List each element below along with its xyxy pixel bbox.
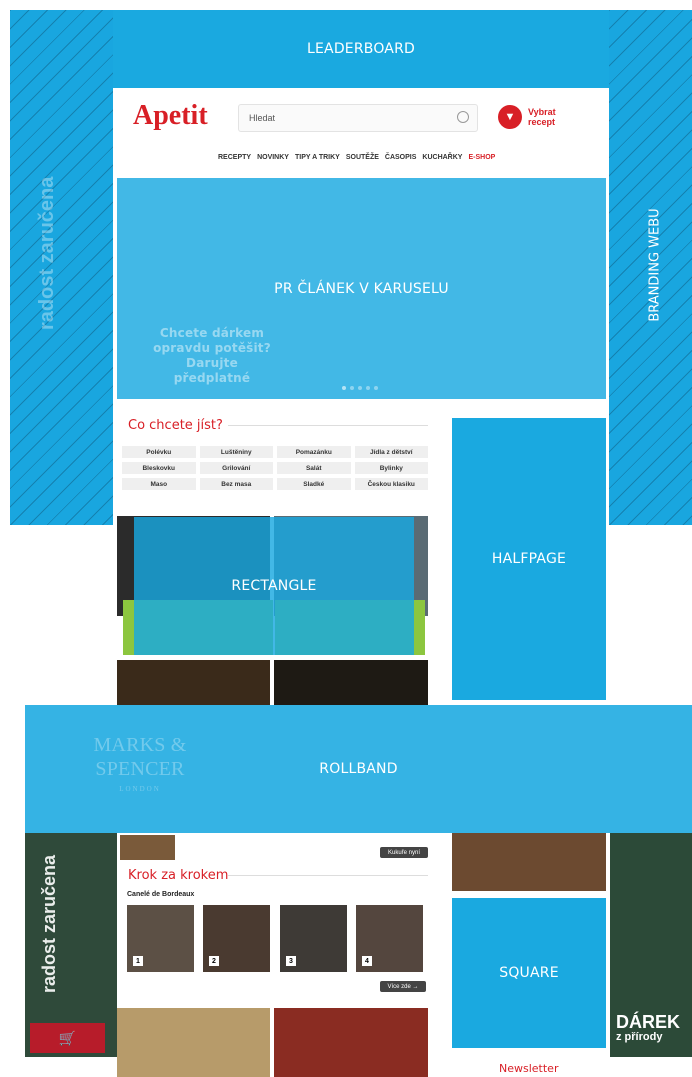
rollband-brand: MARKS & SPENCER LONDON <box>70 733 210 793</box>
what-to-eat-divider <box>228 425 428 426</box>
site-logo[interactable]: Apetit <box>133 100 208 132</box>
category-button[interactable]: Sladké <box>277 478 351 490</box>
branding-right-lower-text: DÁREK z přírody <box>616 1013 680 1043</box>
step-number: 2 <box>209 956 219 966</box>
step-photo[interactable]: 2 <box>203 905 270 972</box>
search-icon[interactable] <box>457 111 469 123</box>
search-placeholder: Hledat <box>249 113 276 123</box>
rectangle-ad[interactable]: RECTANGLE <box>134 517 414 655</box>
category-button[interactable]: Bylinky <box>354 462 428 474</box>
halfpage-label: HALFPAGE <box>491 551 567 567</box>
category-button[interactable]: Grilování <box>199 462 273 474</box>
branding-right-sub: z přírody <box>616 1031 663 1043</box>
category-button[interactable]: Maso <box>122 478 196 490</box>
rollband-label: ROLLBAND <box>319 761 398 777</box>
nav-item-recepty[interactable]: RECEPTY <box>218 154 251 161</box>
article-photo[interactable] <box>274 1008 428 1077</box>
step-number: 4 <box>362 956 372 966</box>
category-button[interactable]: Bez masa <box>199 478 273 490</box>
rollband-brand-sub: LONDON <box>119 785 161 793</box>
category-button[interactable]: Pomazánku <box>277 446 351 458</box>
carousel-label: PR ČLÁNEK V KARUSELU <box>274 280 449 297</box>
branding-right-lower[interactable]: DÁREK z přírody <box>610 833 692 1057</box>
rollband-brand-name: MARKS & SPENCER <box>93 734 187 780</box>
recipe-picker-label: Vybrat recept <box>528 107 556 127</box>
category-button[interactable]: Luštěniny <box>199 446 273 458</box>
step-by-step-subtitle: Canelé de Bordeaux <box>127 891 195 898</box>
carousel-dot[interactable] <box>366 386 370 390</box>
branding-left-lower-text: radost zaručena <box>39 854 59 993</box>
carousel-dot[interactable] <box>342 386 346 390</box>
carousel-dot[interactable] <box>374 386 378 390</box>
nav-item-tipy[interactable]: TIPY A TRIKY <box>295 154 340 161</box>
step-photo[interactable]: 1 <box>127 905 194 972</box>
what-to-eat-title: Co chcete jíst? <box>128 418 223 433</box>
search-input[interactable]: Hledat <box>238 104 478 132</box>
nav-item-casopis[interactable]: ČASOPIS <box>385 154 417 161</box>
promo-line-2: opravdu potěšit? <box>153 341 271 355</box>
step-by-step-divider <box>228 875 428 876</box>
step-number: 3 <box>286 956 296 966</box>
article-photo[interactable] <box>117 1008 270 1077</box>
branding-left-panel[interactable]: radost zaručena <box>10 10 113 525</box>
main-nav: RECEPTY NOVINKY TIPY A TRIKY SOUTĚŽE ČAS… <box>218 154 495 161</box>
cart-icon[interactable]: 🛒 <box>30 1023 105 1053</box>
carousel-pr-article[interactable]: PR ČLÁNEK V KARUSELU Chcete dárkem oprav… <box>117 178 606 399</box>
promo-line-1: Chcete dárkem <box>159 326 265 340</box>
newsletter-title[interactable]: Newsletter <box>499 1062 558 1075</box>
category-button[interactable]: Salát <box>277 462 351 474</box>
branding-right-title: DÁREK <box>616 1012 681 1032</box>
nav-item-novinky[interactable]: NOVINKY <box>257 154 289 161</box>
carousel-dot[interactable] <box>350 386 354 390</box>
step-number: 1 <box>133 956 143 966</box>
branding-label: BRANDING WEBU <box>647 208 663 322</box>
branding-left-text: radost zaručena <box>36 176 58 330</box>
category-grid: Polévku Luštěniny Pomazánku Jídla z děts… <box>122 446 428 490</box>
carousel-dot[interactable] <box>358 386 362 390</box>
leaderboard-ad[interactable]: LEADERBOARD <box>113 10 609 88</box>
branding-left-lower[interactable]: radost zaručena 🛒 <box>25 833 117 1057</box>
carousel-dots <box>342 386 378 390</box>
more-steps-button[interactable]: Více zde → <box>380 981 426 992</box>
step-photo[interactable]: 4 <box>356 905 423 972</box>
rectangle-label: RECTANGLE <box>231 578 317 594</box>
promo-line-3: Darujte předplatné <box>173 356 251 385</box>
halfpage-ad[interactable]: HALFPAGE <box>452 418 606 700</box>
site-header: Apetit Hledat ▼ Vybrat recept RECEPTY NO… <box>113 88 609 178</box>
square-label: SQUARE <box>499 965 559 981</box>
nav-item-eshop[interactable]: E-SHOP <box>468 154 495 161</box>
article-photo[interactable] <box>274 660 428 705</box>
category-button[interactable]: Bleskovku <box>122 462 196 474</box>
step-photo[interactable]: 3 <box>280 905 347 972</box>
promo-photo[interactable] <box>452 833 606 891</box>
category-button[interactable]: Jídla z dětství <box>354 446 428 458</box>
carousel-promo[interactable]: Chcete dárkem opravdu potěšit? Darujte p… <box>147 326 277 386</box>
prev-article-thumb[interactable] <box>120 835 175 860</box>
nav-item-kucharky[interactable]: KUCHAŘKY <box>422 154 462 161</box>
leaderboard-label: LEADERBOARD <box>307 41 415 57</box>
recipe-picker-button[interactable]: ▼ Vybrat recept <box>498 102 598 132</box>
step-by-step-title: Krok za krokem <box>128 868 229 883</box>
rollband-ad[interactable]: MARKS & SPENCER LONDON ROLLBAND <box>25 705 692 833</box>
category-button[interactable]: Polévku <box>122 446 196 458</box>
article-photo[interactable] <box>117 660 270 705</box>
nav-item-souteze[interactable]: SOUTĚŽE <box>346 154 379 161</box>
filter-icon: ▼ <box>498 105 522 129</box>
category-button[interactable]: Českou klasiku <box>354 478 428 490</box>
square-ad[interactable]: SQUARE <box>452 898 606 1048</box>
prev-article-button[interactable]: Kukuře nyní <box>380 847 428 858</box>
